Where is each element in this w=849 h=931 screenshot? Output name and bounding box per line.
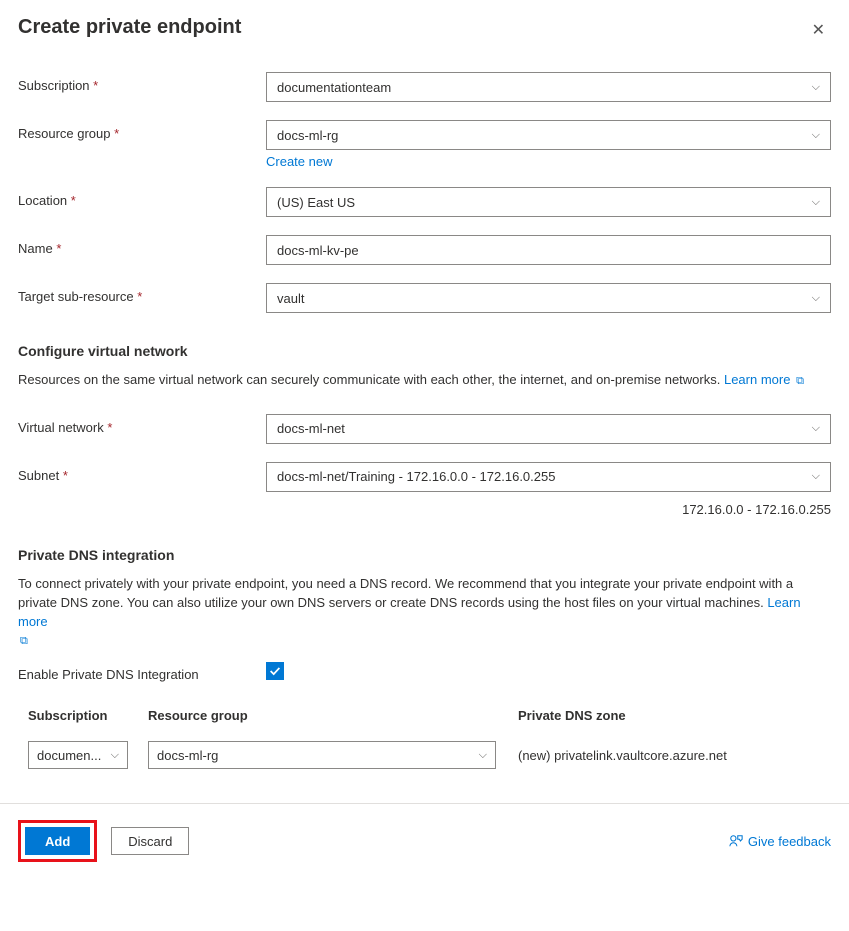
add-button-highlight: Add (18, 820, 97, 862)
resource-group-label: Resource group * (18, 120, 266, 141)
resource-group-select[interactable]: docs-ml-rg ⌵ (266, 120, 831, 150)
chevron-down-icon: ⌵ (812, 470, 820, 483)
dns-section-desc: To connect privately with your private e… (18, 575, 831, 650)
dns-subscription-select[interactable]: documen... ⌵ (28, 741, 128, 769)
vnet-learn-more-link[interactable]: Learn more ⧉ (724, 372, 804, 387)
chevron-down-icon: ⌵ (812, 196, 820, 209)
dns-zone-value: (new) privatelink.vaultcore.azure.net (518, 748, 727, 763)
create-new-link[interactable]: Create new (266, 154, 831, 169)
vnet-section-title: Configure virtual network (18, 343, 831, 359)
target-sub-resource-label: Target sub-resource * (18, 283, 266, 304)
add-button[interactable]: Add (25, 827, 90, 855)
vnet-section-desc: Resources on the same virtual network ca… (18, 371, 831, 390)
chevron-down-icon: ⌵ (812, 292, 820, 305)
external-link-icon: ⧉ (20, 635, 28, 647)
enable-dns-label: Enable Private DNS Integration (18, 661, 266, 682)
close-icon[interactable]: ✕ (806, 16, 831, 44)
external-link-icon: ⧉ (796, 375, 804, 387)
subscription-select[interactable]: documentationteam ⌵ (266, 72, 831, 102)
virtual-network-select[interactable]: docs-ml-net ⌵ (266, 414, 831, 444)
subnet-label: Subnet * (18, 462, 266, 483)
chevron-down-icon: ⌵ (812, 422, 820, 435)
name-input[interactable] (266, 235, 831, 265)
checkmark-icon (268, 664, 282, 678)
subnet-select[interactable]: docs-ml-net/Training - 172.16.0.0 - 172.… (266, 462, 831, 492)
dns-head-private-dns-zone: Private DNS zone (518, 708, 821, 723)
chevron-down-icon: ⌵ (812, 129, 820, 142)
chevron-down-icon: ⌵ (111, 749, 119, 762)
person-feedback-icon (729, 834, 743, 848)
dns-section-title: Private DNS integration (18, 547, 831, 563)
location-select[interactable]: (US) East US ⌵ (266, 187, 831, 217)
subnet-range-note: 172.16.0.0 - 172.16.0.255 (18, 502, 831, 517)
virtual-network-label: Virtual network * (18, 414, 266, 435)
dns-resource-group-select[interactable]: docs-ml-rg ⌵ (148, 741, 496, 769)
name-label: Name * (18, 235, 266, 256)
enable-dns-checkbox[interactable] (266, 662, 284, 680)
dns-head-resource-group: Resource group (148, 708, 518, 723)
give-feedback-link[interactable]: Give feedback (729, 834, 831, 849)
target-sub-resource-select[interactable]: vault ⌵ (266, 283, 831, 313)
chevron-down-icon: ⌵ (812, 81, 820, 94)
discard-button[interactable]: Discard (111, 827, 189, 855)
page-title: Create private endpoint (18, 16, 241, 39)
chevron-down-icon: ⌵ (479, 749, 487, 762)
dns-head-subscription: Subscription (28, 708, 148, 723)
dns-table-row: documen... ⌵ docs-ml-rg ⌵ (new) privatel… (28, 741, 821, 769)
subscription-label: Subscription * (18, 72, 266, 93)
dns-table: Subscription Resource group Private DNS … (18, 708, 831, 783)
location-label: Location * (18, 187, 266, 208)
